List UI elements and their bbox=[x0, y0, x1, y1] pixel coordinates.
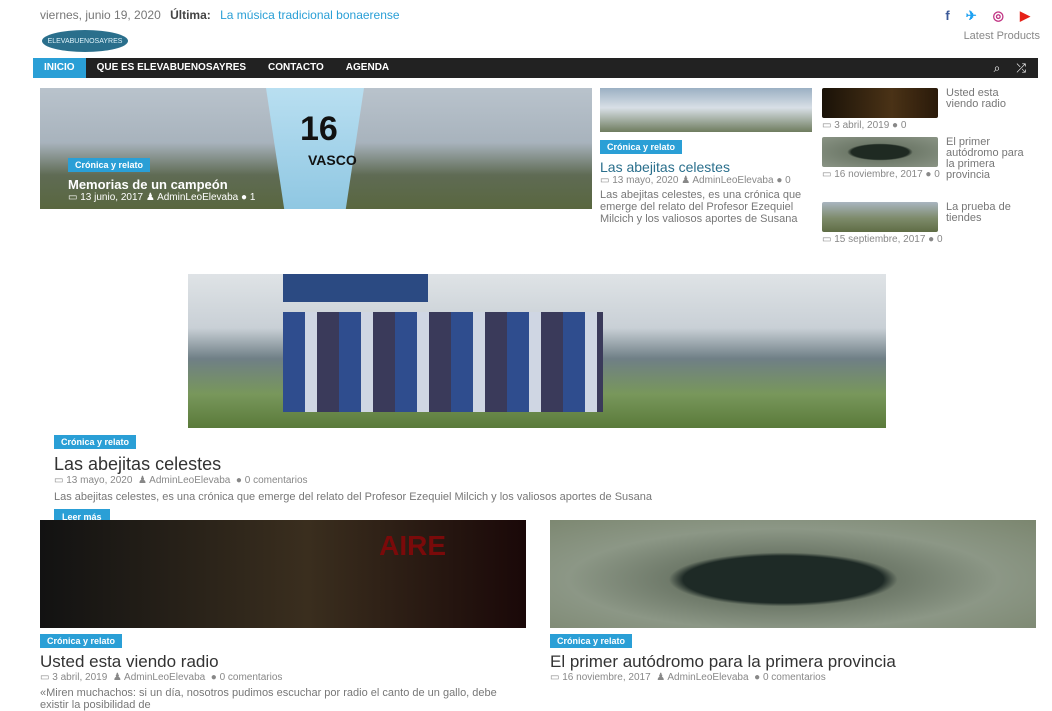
side-post[interactable]: Usted esta viendo radio ▭ 3 abril, 2019 … bbox=[822, 88, 1027, 131]
category-badge[interactable]: Crónica y relato bbox=[600, 140, 683, 154]
calendar-icon: ▭ bbox=[600, 175, 610, 186]
card-post[interactable]: AIRE Crónica y relato Usted esta viendo … bbox=[40, 520, 526, 711]
big-post-info: Crónica y relato Las abejitas celestes ▭… bbox=[54, 432, 954, 525]
instagram-icon[interactable]: ◎ bbox=[993, 8, 1004, 24]
youtube-icon[interactable]: ▶ bbox=[1020, 8, 1030, 24]
post-date: 3 abril, 2019 bbox=[834, 120, 890, 131]
social-icons: f ✈ ◎ ▶ bbox=[945, 8, 1030, 24]
user-icon: ♟ bbox=[137, 475, 147, 486]
big-post-image[interactable] bbox=[188, 274, 886, 428]
post-comments[interactable]: 0 comentarios bbox=[245, 475, 308, 486]
nav-item-que-es[interactable]: QUE ES ELEVABUENOSAYRES bbox=[86, 58, 257, 78]
post-date: 16 noviembre, 2017 bbox=[562, 672, 651, 683]
post-date: 3 abril, 2019 bbox=[52, 672, 108, 683]
card-post[interactable]: Crónica y relato El primer autódromo par… bbox=[550, 520, 1036, 683]
side-post[interactable]: El primer autódromo para la primera prov… bbox=[822, 137, 1027, 181]
post-excerpt: Las abejitas celestes, es una crónica qu… bbox=[600, 189, 802, 225]
post-title[interactable]: Usted esta viendo radio bbox=[40, 652, 526, 672]
latest-label: Última: bbox=[170, 8, 211, 22]
post-excerpt: Las abejitas celestes, es una crónica qu… bbox=[54, 491, 652, 503]
post-author[interactable]: AdminLeoElevaba bbox=[124, 672, 205, 683]
twitter-icon[interactable]: ✈ bbox=[966, 8, 977, 24]
mid-post[interactable]: Crónica y relato Las abejitas celestes ▭… bbox=[600, 88, 812, 225]
site-logo[interactable]: ELEVABUENOSAYRES bbox=[42, 30, 128, 52]
post-title[interactable]: El primer autódromo para la primera prov… bbox=[946, 137, 1026, 181]
featured-post[interactable]: 16 VASCO Crónica y relato Memorias de un… bbox=[40, 88, 592, 209]
main-nav: INICIO QUE ES ELEVABUENOSAYRES CONTACTO … bbox=[33, 58, 1038, 78]
facebook-icon[interactable]: f bbox=[945, 8, 949, 24]
post-title[interactable]: La prueba de tiendes bbox=[946, 202, 1026, 224]
latest-products-link[interactable]: Latest Products bbox=[964, 30, 1040, 42]
post-date: 15 septiembre, 2017 bbox=[834, 234, 926, 245]
top-bar: viernes, junio 19, 2020 Última: La músic… bbox=[40, 8, 1040, 28]
post-title[interactable]: Memorias de un campeón bbox=[68, 177, 255, 192]
post-date: 13 junio, 2017 bbox=[80, 192, 144, 203]
category-badge[interactable]: Crónica y relato bbox=[54, 435, 137, 449]
post-date: 13 mayo, 2020 bbox=[612, 175, 679, 186]
sign-number: 16 bbox=[300, 110, 338, 148]
calendar-icon: ▭ bbox=[54, 475, 64, 486]
user-icon: ♟ bbox=[145, 192, 155, 203]
category-badge[interactable]: Crónica y relato bbox=[68, 158, 151, 172]
search-icon[interactable]: ⌕ bbox=[994, 61, 1001, 76]
post-author[interactable]: AdminLeoElevaba bbox=[692, 175, 773, 186]
post-title[interactable]: Las abejitas celestes bbox=[54, 454, 954, 475]
side-post-image bbox=[822, 202, 938, 232]
post-date: 16 noviembre, 2017 bbox=[834, 169, 923, 180]
comment-icon: ● bbox=[241, 192, 248, 203]
post-date: 13 mayo, 2020 bbox=[66, 475, 133, 486]
user-icon: ♟ bbox=[681, 175, 691, 186]
post-comments[interactable]: 0 bbox=[901, 120, 907, 131]
post-comments[interactable]: 0 bbox=[785, 175, 791, 186]
post-title[interactable]: El primer autódromo para la primera prov… bbox=[550, 652, 1036, 672]
post-comments[interactable]: 0 comentarios bbox=[763, 672, 826, 683]
category-badge[interactable]: Crónica y relato bbox=[550, 634, 633, 648]
comment-icon: ● bbox=[235, 475, 242, 486]
post-comments[interactable]: 0 bbox=[937, 234, 943, 245]
post-comments[interactable]: 0 bbox=[934, 169, 940, 180]
post-comments[interactable]: 1 bbox=[250, 192, 256, 203]
people-shape bbox=[283, 312, 603, 412]
card-image bbox=[550, 520, 1036, 628]
post-comments[interactable]: 0 comentarios bbox=[220, 672, 283, 683]
nav-item-contacto[interactable]: CONTACTO bbox=[257, 58, 335, 78]
side-post[interactable]: La prueba de tiendes ▭ 15 septiembre, 20… bbox=[822, 202, 1027, 245]
shuffle-icon[interactable]: ⤮ bbox=[1016, 61, 1026, 76]
calendar-icon: ▭ bbox=[68, 192, 78, 203]
post-author[interactable]: AdminLeoElevaba bbox=[157, 192, 238, 203]
post-author[interactable]: AdminLeoElevaba bbox=[667, 672, 748, 683]
post-title[interactable]: Las abejitas celestes bbox=[600, 159, 812, 175]
awning-shape bbox=[283, 274, 428, 302]
post-excerpt: «Miren muchachos: si un día, nosotros pu… bbox=[40, 687, 497, 711]
sign-text: VASCO bbox=[308, 152, 357, 168]
card-image-text: AIRE bbox=[379, 530, 446, 561]
side-post-image bbox=[822, 137, 938, 167]
post-author[interactable]: AdminLeoElevaba bbox=[149, 475, 230, 486]
comment-icon: ● bbox=[776, 175, 783, 186]
current-date: viernes, junio 19, 2020 bbox=[40, 8, 161, 22]
category-badge[interactable]: Crónica y relato bbox=[40, 634, 123, 648]
side-post-image bbox=[822, 88, 938, 118]
card-image: AIRE bbox=[40, 520, 526, 628]
nav-item-inicio[interactable]: INICIO bbox=[33, 58, 86, 78]
post-title[interactable]: Usted esta viendo radio bbox=[946, 88, 1026, 110]
mid-post-image bbox=[600, 88, 812, 132]
latest-headline-link[interactable]: La música tradicional bonaerense bbox=[220, 8, 399, 22]
nav-item-agenda[interactable]: AGENDA bbox=[335, 58, 400, 78]
